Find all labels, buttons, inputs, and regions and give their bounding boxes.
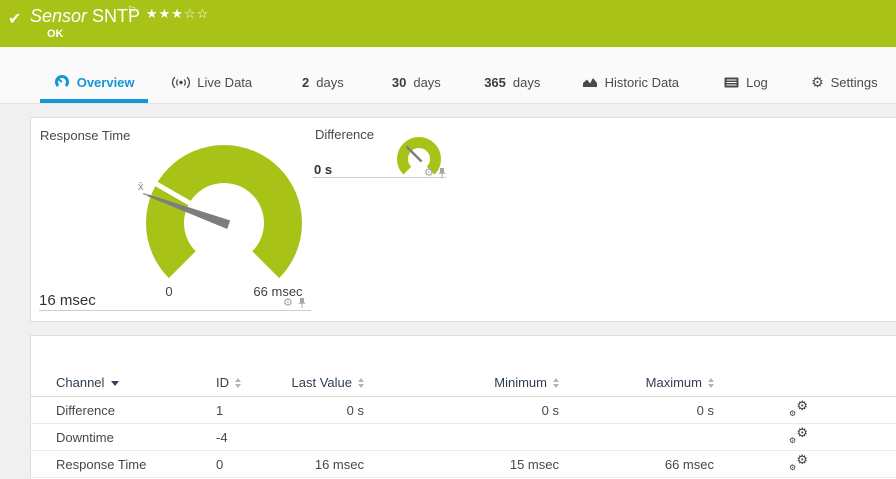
gear-icon: ⚙ [789,409,797,418]
difference-current-value: 0 s [314,162,333,177]
channel-settings-icon[interactable]: ⚙ ⚙ [789,398,808,418]
channel-name: Response Time [56,456,147,472]
tab-number: 365 [484,74,506,90]
column-header-maximum[interactable]: Maximum [559,375,714,390]
column-header-label: ID [216,375,229,390]
last-value: 16 msec [314,456,364,472]
channel-id: 0 [216,456,224,472]
response-time-gauge-title: Response Time [40,128,131,143]
last-value: 0 s [346,402,364,418]
gear-icon: ⚙ [796,452,808,467]
sort-toggle-icon [708,377,714,388]
stars-empty[interactable]: ☆☆ [184,6,209,21]
tab-historic-data[interactable]: Historic Data [561,61,699,103]
tab-number: 2 [302,74,310,90]
live-data-icon [172,76,191,88]
tab-settings[interactable]: ⚙ Settings [793,61,896,103]
sensor-status-header: ✔ Sensor SNTP ⚐ ★★★☆☆ OK [0,0,896,47]
gauge-icon [54,75,69,87]
page-title: Sensor SNTP [30,6,140,27]
log-list-icon [724,77,739,87]
table-header-row: Channel ID Last Value Minimum Maximum [31,369,896,397]
tab-live-data[interactable]: Live Data [148,61,276,103]
tab-label: days [316,74,344,90]
column-header-last-value[interactable]: Last Value [276,375,364,390]
tab-label: days [413,74,441,90]
column-header-channel[interactable]: Channel [31,375,216,390]
channel-settings-icon[interactable]: ⚙ ⚙ [789,452,808,472]
table-row-response-time: Response Time 0 16 msec 15 msec 66 msec … [31,451,896,478]
gauge-settings-gear-icon[interactable]: ⚙ [424,168,434,179]
sort-toggle-icon [235,377,241,388]
flag-icon[interactable]: ⚐ [127,4,137,17]
channel-settings-icon[interactable]: ⚙ ⚙ [789,425,808,445]
tab-log[interactable]: Log [699,61,792,103]
column-header-label: Channel [56,375,105,390]
sort-descending-icon [111,381,120,386]
tab-label: days [512,74,541,90]
minimum-value: 15 msec [509,456,559,472]
column-header-id[interactable]: ID [216,375,276,390]
channel-id: -4 [216,429,228,445]
column-header-label: Minimum [494,375,547,390]
average-marker-label: x̄ [138,181,144,193]
gear-icon: ⚙ [811,73,824,90]
tab-30-days[interactable]: 30 days [370,61,463,103]
prtg-sensor-page: ✔ Sensor SNTP ⚐ ★★★☆☆ OK Overview Live Da… [0,0,896,479]
response-time-current-value: 16 msec [39,292,96,309]
channel-table: Channel ID Last Value Minimum Maximum Di… [31,369,896,478]
maximum-value: 66 msec [664,456,714,472]
status-badge: OK [47,28,64,40]
panel-divider [39,310,311,311]
stars-filled[interactable]: ★★★ [146,6,184,21]
overview-gauges-card: Response Time x̄ 0 66 msec 16 msec ⚙ Dif… [30,117,896,322]
tab-2-days[interactable]: 2 days [276,61,369,103]
table-row-difference: Difference 1 0 s 0 s 0 s ⚙ ⚙ [31,397,896,424]
gear-icon: ⚙ [796,398,808,413]
tab-label: Live Data [197,74,253,90]
pin-icon[interactable] [437,167,447,179]
channel-name: Difference [56,402,116,418]
tab-bar: Overview Live Data 2 days 30 days 365 da… [0,47,896,104]
gauge-settings-gear-icon[interactable]: ⚙ [283,298,293,309]
channel-id: 1 [216,402,224,418]
tab-label: Historic Data [604,74,680,90]
table-row-downtime: Downtime -4 ⚙ ⚙ [31,424,896,451]
column-header-label: Last Value [291,375,352,390]
column-header-label: Maximum [645,375,702,390]
sensor-word: Sensor [30,6,88,26]
tab-label: Overview [76,74,135,90]
column-header-minimum[interactable]: Minimum [364,375,559,390]
tab-label: Settings [830,74,878,90]
gear-icon: ⚙ [789,463,797,472]
status-check-icon: ✔ [8,11,22,28]
gear-icon: ⚙ [796,425,808,440]
area-chart-icon [582,78,597,87]
channel-table-card: Channel ID Last Value Minimum Maximum Di… [30,335,896,479]
pin-icon[interactable] [297,297,307,309]
tab-label: Log [746,74,768,90]
gear-icon: ⚙ [789,436,797,445]
priority-stars[interactable]: ★★★☆☆ [146,6,209,22]
channel-name: Downtime [56,429,114,445]
minimum-value: 0 s [541,402,559,418]
maximum-value: 0 s [696,402,714,418]
difference-gauge-title: Difference [315,127,375,142]
tab-365-days[interactable]: 365 days [463,61,561,103]
tab-number: 30 [391,74,407,90]
tab-overview[interactable]: Overview [40,61,149,103]
gauge-scale-min: 0 [165,284,173,299]
